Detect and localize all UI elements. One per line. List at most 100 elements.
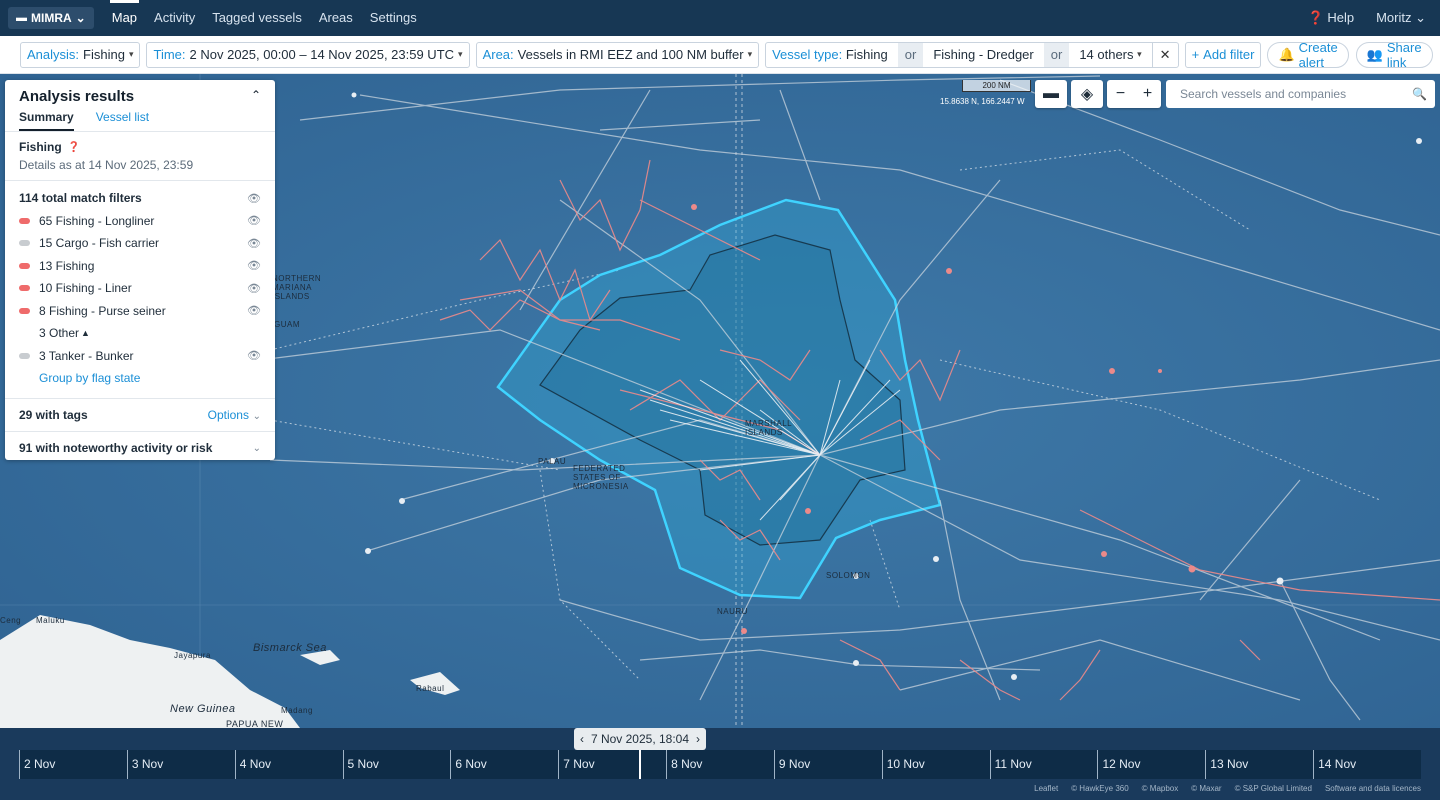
label-micronesia: FEDERATED STATES OF MICRONESIA xyxy=(573,464,629,491)
label-nauru: NAURU xyxy=(717,607,748,616)
timeline-day[interactable]: 3 Nov xyxy=(126,750,235,779)
analysis-panel: Analysis results ⌃ Summary Vessel list F… xyxy=(5,80,275,460)
create-alert-button[interactable]: 🔔 Create alert xyxy=(1267,40,1349,70)
attrib-licences[interactable]: Software and data licences xyxy=(1325,784,1421,793)
timeline-day[interactable]: 2 Nov xyxy=(19,750,127,779)
chevron-down-icon: ⌄ xyxy=(252,442,261,454)
time-filter[interactable]: Time: 2 Nov 2025, 00:00 – 14 Nov 2025, 2… xyxy=(146,41,470,68)
chevron-down-icon: ⌄ xyxy=(252,411,261,422)
timeline-day[interactable]: 6 Nov xyxy=(450,750,558,779)
eye-icon[interactable]: 👁 xyxy=(247,214,261,227)
main-nav: Map Activity Tagged vessels Areas Settin… xyxy=(109,0,417,36)
filter-key: Area: xyxy=(482,47,514,62)
time-cursor[interactable]: ‹ 7 Nov 2025, 18:04 › xyxy=(574,728,706,750)
group-by-flag-link[interactable]: Group by flag state xyxy=(19,367,261,390)
timeline-day[interactable]: 12 Nov xyxy=(1097,750,1205,779)
help-icon[interactable]: ❓ xyxy=(68,142,80,153)
chevron-down-icon: ▾ xyxy=(1137,49,1142,59)
share-link-button[interactable]: 👥 Share link xyxy=(1355,39,1433,70)
label-madang: Madang xyxy=(281,706,313,715)
chevron-right-icon[interactable]: › xyxy=(696,732,700,746)
attrib-maxar[interactable]: © Maxar xyxy=(1191,784,1221,793)
attrib-hawkeye[interactable]: © HawkEye 360 xyxy=(1071,784,1128,793)
cursor-line[interactable] xyxy=(639,750,641,779)
tab-vessel-list[interactable]: Vessel list xyxy=(96,110,149,131)
timeline-day[interactable]: 14 Nov xyxy=(1313,750,1421,779)
attrib-mapbox[interactable]: © Mapbox xyxy=(1142,784,1179,793)
eye-icon[interactable]: 👁 xyxy=(247,192,261,205)
zoom-out-button[interactable]: − xyxy=(1116,85,1125,103)
match-breakdown: 114 total match filters 👁 65 Fishing - L… xyxy=(5,181,275,399)
filter-value: Fishing xyxy=(845,47,888,62)
label-papua: PAPUA NEW xyxy=(226,719,284,729)
nav-activity[interactable]: Activity xyxy=(154,0,195,36)
timeline-day[interactable]: 7 Nov xyxy=(558,750,666,779)
eye-icon[interactable]: 👁 xyxy=(247,349,261,362)
timeline-day[interactable]: 9 Nov xyxy=(773,750,882,779)
type-row: 3 Tanker - Bunker 👁 xyxy=(19,345,261,368)
help-icon: ❓ xyxy=(1307,10,1324,25)
or-separator: or xyxy=(1043,42,1070,67)
nav-areas[interactable]: Areas xyxy=(319,0,353,36)
type-row: 10 Fishing - Liner 👁 xyxy=(19,277,261,300)
noteworthy-section[interactable]: 91 with noteworthy activity or risk ⌄ xyxy=(5,432,275,465)
collapse-icon[interactable]: ⌃ xyxy=(251,88,261,105)
tags-options[interactable]: Options ⌄ xyxy=(208,407,261,422)
timeline-days[interactable]: 2 Nov 3 Nov 4 Nov 5 Nov 6 Nov 7 Nov 8 No… xyxy=(19,750,1421,779)
user-menu[interactable]: Moritz ⌄ xyxy=(1376,10,1426,26)
filter-key: Time: xyxy=(153,47,186,62)
other-group-toggle[interactable]: 3 Other ▲ xyxy=(19,322,261,345)
filter-value: 2 Nov 2025, 00:00 – 14 Nov 2025, 23:59 U… xyxy=(189,47,455,62)
type-label: 3 Tanker - Bunker xyxy=(39,348,134,363)
user-name: Moritz xyxy=(1376,10,1412,25)
timeline-day[interactable]: 13 Nov xyxy=(1205,750,1313,779)
timeline-day[interactable]: 10 Nov xyxy=(881,750,990,779)
total-row: 114 total match filters 👁 xyxy=(19,187,261,210)
label-solomon: SOLOMON xyxy=(826,571,871,580)
clear-filter-icon[interactable]: ✕ xyxy=(1151,42,1178,67)
vessel-type-second[interactable]: Fishing - Dredger xyxy=(927,43,1039,67)
tags-label: 29 with tags xyxy=(19,407,88,422)
ruler-icon: ▬ xyxy=(1043,85,1059,102)
help-link[interactable]: ❓ Help xyxy=(1308,10,1355,26)
eye-icon[interactable]: 👁 xyxy=(247,304,261,317)
analysis-filter[interactable]: Analysis: Fishing ▾ xyxy=(20,41,141,68)
label-maluku: Maluku xyxy=(36,616,65,625)
zoom-in-button[interactable]: + xyxy=(1143,85,1152,103)
timeline-day[interactable]: 8 Nov xyxy=(666,750,774,779)
tab-summary[interactable]: Summary xyxy=(19,110,74,131)
brand-switcher[interactable]: ▬ MIMRA ⌄ xyxy=(8,7,94,29)
details-timestamp: Details as at 14 Nov 2025, 23:59 xyxy=(19,158,194,172)
eye-icon[interactable]: 👁 xyxy=(247,259,261,272)
vessel-type-others[interactable]: 14 others ▾ xyxy=(1073,43,1147,67)
eye-icon[interactable]: 👁 xyxy=(247,282,261,295)
label-bismarck-sea: Bismarck Sea xyxy=(253,642,327,654)
measure-button[interactable]: ▬ xyxy=(1035,80,1067,108)
tags-section: 29 with tags Options ⌄ xyxy=(5,399,275,432)
vessel-type-first[interactable]: Vessel type: Fishing xyxy=(766,43,894,67)
layers-button[interactable]: ◈ xyxy=(1071,80,1103,108)
nav-map[interactable]: Map xyxy=(109,0,140,36)
layers-icon: ◈ xyxy=(1080,86,1094,103)
chevron-left-icon[interactable]: ‹ xyxy=(580,732,584,746)
attrib-leaflet[interactable]: Leaflet xyxy=(1034,784,1058,793)
chevron-down-icon: ⌄ xyxy=(1415,10,1426,25)
color-swatch xyxy=(19,285,30,292)
search-icon[interactable]: 🔍 xyxy=(1412,87,1427,101)
chevron-down-icon: ▾ xyxy=(128,49,134,59)
color-swatch xyxy=(19,240,30,247)
timeline-day[interactable]: 4 Nov xyxy=(234,750,343,779)
type-label: 10 Fishing - Liner xyxy=(39,281,132,296)
timeline-day[interactable]: 5 Nov xyxy=(342,750,451,779)
search-input[interactable] xyxy=(1180,87,1405,101)
attrib-sp-global[interactable]: © S&P Global Limited xyxy=(1235,784,1312,793)
area-filter[interactable]: Area: Vessels in RMI EEZ and 100 NM buff… xyxy=(475,41,760,68)
timeline-day[interactable]: 11 Nov xyxy=(989,750,1098,779)
nav-tagged-vessels[interactable]: Tagged vessels xyxy=(212,0,302,36)
add-filter-button[interactable]: + Add filter xyxy=(1184,41,1262,68)
nav-settings[interactable]: Settings xyxy=(370,0,417,36)
share-link-label: Share link xyxy=(1386,39,1422,70)
eye-icon[interactable]: 👁 xyxy=(247,237,261,250)
color-swatch xyxy=(19,352,30,359)
options-label: Options xyxy=(207,408,249,422)
